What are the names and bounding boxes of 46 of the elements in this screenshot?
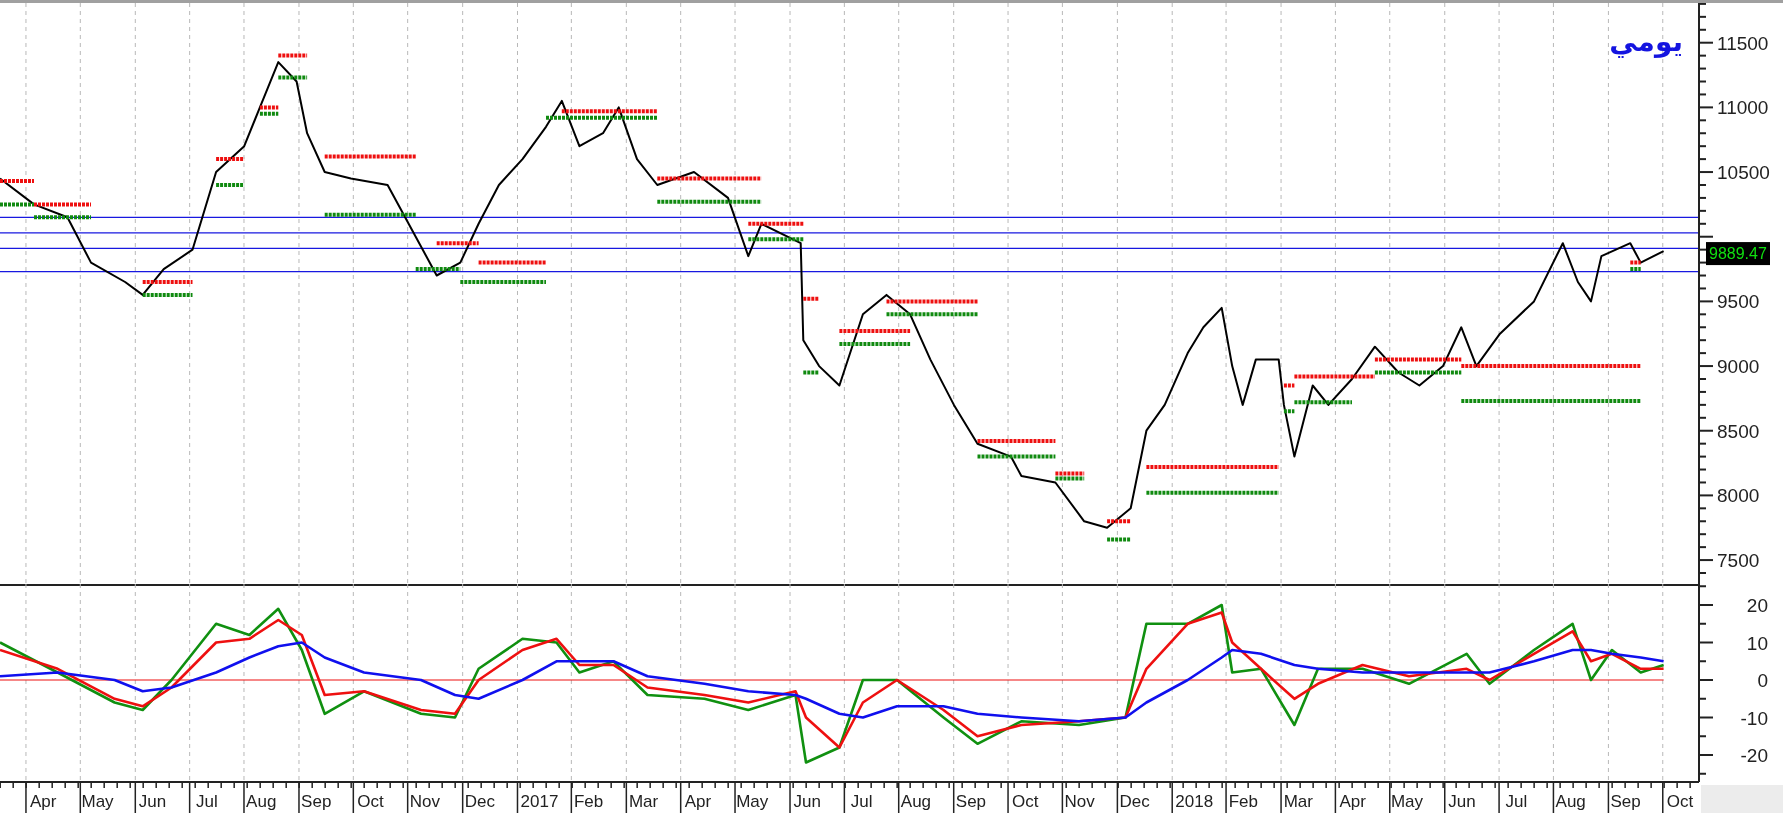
last-price-badge: 9889.47 xyxy=(1706,242,1770,266)
axis-label: -20 xyxy=(1740,745,1768,766)
axis-label: 8500 xyxy=(1717,420,1760,442)
axis-label: Apr xyxy=(684,792,712,811)
axis-label: 20 xyxy=(1746,595,1768,616)
axis-label: Dec xyxy=(464,792,496,811)
chart-title: يومي xyxy=(1609,25,1683,58)
axis-label: 2018 xyxy=(1175,792,1214,811)
axis-label: Feb xyxy=(1228,792,1258,811)
axis-label: 11000 xyxy=(1717,97,1769,119)
axis-label: Jun xyxy=(1448,792,1476,811)
axis-label: Oct xyxy=(357,792,384,811)
axis-label: Jul xyxy=(1505,792,1528,811)
axis-label: 7500 xyxy=(1717,550,1760,572)
axis-label: Jun xyxy=(138,792,167,811)
axis-label: 2017 xyxy=(520,792,559,811)
axis-label: 10500 xyxy=(1717,162,1770,184)
axis-label: Nov xyxy=(1064,792,1095,811)
axis-label: Sep xyxy=(301,792,332,811)
axis-label: Mar xyxy=(628,792,659,811)
axis-label: 8000 xyxy=(1717,485,1760,507)
axis-label: Apr xyxy=(1339,792,1366,811)
axis-label: May xyxy=(736,792,769,811)
axis-label: Sep xyxy=(1610,792,1641,811)
axis-label: Oct xyxy=(1666,792,1694,811)
axis-label: Aug xyxy=(1555,792,1586,811)
axis-label: Aug xyxy=(246,792,277,811)
axis-label: Aug xyxy=(900,792,932,811)
axis-label: May xyxy=(81,792,114,811)
axis-label: 10 xyxy=(1746,632,1768,654)
axis-label: 9500 xyxy=(1717,291,1760,313)
axis-label: Apr xyxy=(30,792,57,811)
axis-label: -10 xyxy=(1740,707,1768,729)
axis-label: Dec xyxy=(1119,792,1150,811)
axis-label: 9000 xyxy=(1717,356,1760,378)
axis-label: Feb xyxy=(573,792,604,811)
axis-label: Mar xyxy=(1283,792,1313,811)
axis-label: May xyxy=(1390,792,1424,811)
axis-label: Oct xyxy=(1012,792,1039,811)
axis-label: Sep xyxy=(955,792,987,811)
axis-label: Nov xyxy=(409,792,441,811)
axis-label: 11500 xyxy=(1717,32,1769,54)
axis-label: 0 xyxy=(1757,670,1768,691)
axis-label: Jul xyxy=(850,792,873,811)
axis-label: Jul xyxy=(196,792,218,811)
axis-label: Jun xyxy=(793,792,821,811)
